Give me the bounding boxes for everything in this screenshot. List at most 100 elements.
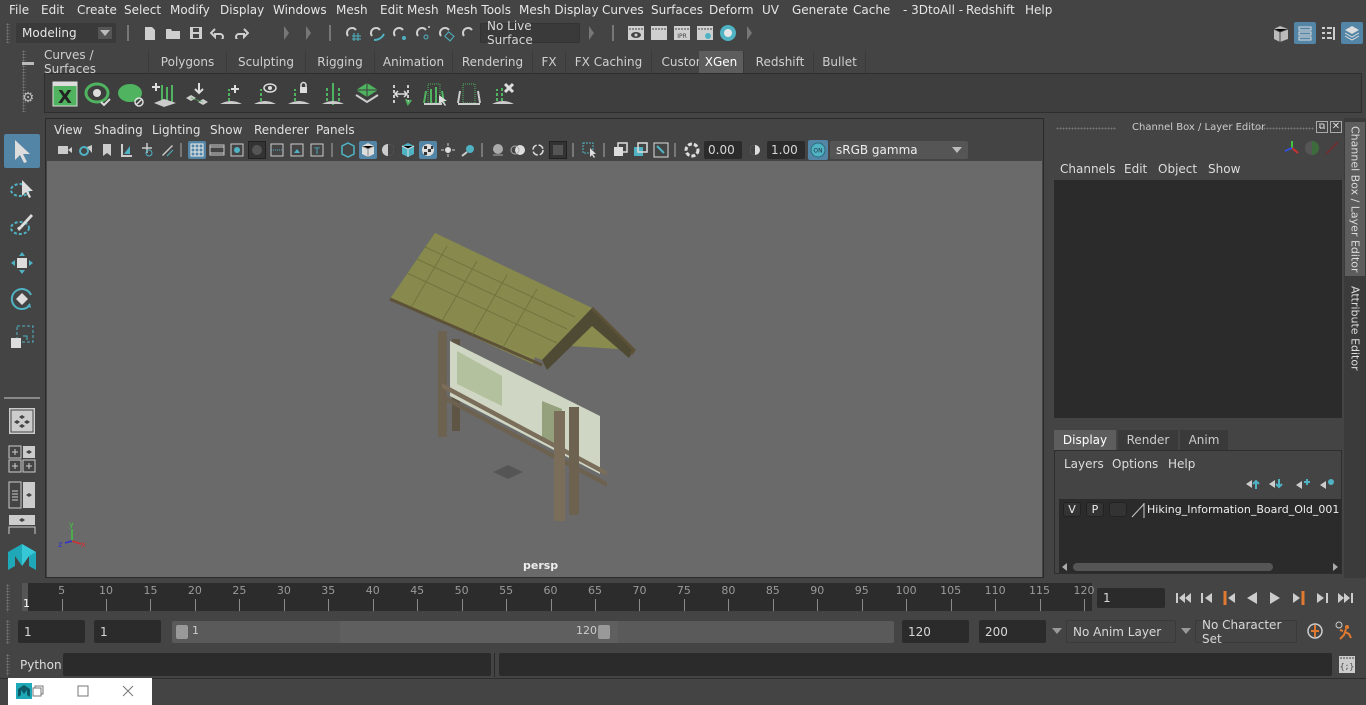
shelf-menu-icon[interactable] xyxy=(22,62,34,65)
layer-horizontal-scrollbar[interactable] xyxy=(1059,561,1341,573)
menu-windows[interactable]: Windows xyxy=(273,3,327,17)
xgen-select-guides-icon[interactable] xyxy=(419,78,451,110)
textured-icon[interactable] xyxy=(419,141,437,159)
snap-curve-icon[interactable] xyxy=(367,23,387,43)
move-layer-up-icon[interactable] xyxy=(1245,478,1261,493)
timeline-drag-handle[interactable] xyxy=(6,584,10,612)
shelf-tab-sculpting[interactable]: Sculpting xyxy=(227,51,306,73)
snap-point-icon[interactable] xyxy=(390,23,410,43)
shelf-tab-fx-caching[interactable]: FX Caching xyxy=(566,51,652,73)
channel-hyper-icon[interactable] xyxy=(1324,140,1340,159)
channel-box-toggle-icon[interactable] xyxy=(1294,22,1316,44)
select-tool-icon[interactable] xyxy=(4,134,40,168)
color-space-dropdown[interactable]: sRGB gamma xyxy=(830,141,968,159)
menu-modify[interactable]: Modify xyxy=(170,3,210,17)
layers-menu[interactable]: Layers xyxy=(1064,457,1104,471)
wireframe-icon[interactable] xyxy=(339,141,357,159)
menu-redshift[interactable]: Redshift xyxy=(966,3,1015,17)
paint-select-icon[interactable] xyxy=(4,208,40,242)
animation-start-field[interactable]: 1 xyxy=(18,620,85,643)
depth-of-field-icon[interactable] xyxy=(549,141,567,159)
xgen-clear-preview-icon[interactable] xyxy=(115,78,147,110)
playback-start-field[interactable]: 1 xyxy=(94,620,161,643)
step-forward-key-icon[interactable] xyxy=(1313,589,1331,607)
camera-attributes-icon[interactable] xyxy=(77,141,95,159)
step-forward-frame-icon[interactable] xyxy=(1290,589,1308,607)
play-backward-icon[interactable] xyxy=(1243,589,1261,607)
drag-handle[interactable] xyxy=(6,23,10,43)
anim-layer-dropdown[interactable]: No Anim Layer xyxy=(1066,620,1176,643)
character-set-dropdown[interactable]: No Character Set xyxy=(1195,618,1297,646)
maximize-window-icon[interactable] xyxy=(77,685,89,700)
layer-tab-display[interactable]: Display xyxy=(1054,430,1116,450)
menu-3dtoall[interactable]: - 3DtoAll - xyxy=(903,3,963,17)
xray-joints-icon[interactable] xyxy=(652,141,670,159)
script-editor-icon[interactable]: {;} xyxy=(1339,656,1355,673)
menu-help[interactable]: Help xyxy=(1025,3,1052,17)
panel-drag-handle[interactable] xyxy=(1056,127,1116,130)
current-frame-field[interactable]: 1 xyxy=(1097,588,1165,608)
help-menu[interactable]: Help xyxy=(1168,457,1195,471)
menu-mesh-display[interactable]: Mesh Display xyxy=(519,3,599,17)
scrollbar-thumb[interactable] xyxy=(1073,563,1273,571)
xgen-lock-guides-icon[interactable] xyxy=(283,78,315,110)
isolate-select-icon[interactable] xyxy=(581,141,599,159)
options-menu[interactable]: Options xyxy=(1112,457,1158,471)
safe-action-icon[interactable] xyxy=(288,141,306,159)
gamma-field[interactable]: 1.00 xyxy=(767,141,805,159)
collapse-toggle[interactable] xyxy=(306,26,311,40)
film-gate-icon[interactable] xyxy=(208,141,226,159)
range-drag-handle[interactable] xyxy=(6,620,10,644)
menu-uv[interactable]: UV xyxy=(762,3,779,17)
select-camera-icon[interactable] xyxy=(56,141,74,159)
channel-speed-icon[interactable] xyxy=(1304,140,1320,159)
auto-keyframe-icon[interactable] xyxy=(1306,622,1324,643)
manipulator-axis-icon[interactable] xyxy=(1284,140,1300,159)
menu-deform[interactable]: Deform xyxy=(709,3,754,17)
new-layer-selected-icon[interactable] xyxy=(1319,478,1335,493)
2d-pan-zoom-icon[interactable] xyxy=(138,141,156,159)
layer-type-toggle[interactable] xyxy=(1109,502,1127,517)
menu-create[interactable]: Create xyxy=(77,3,117,17)
shelf-tab-redshift[interactable]: Redshift xyxy=(747,51,814,73)
rotate-tool-icon[interactable] xyxy=(4,282,40,316)
redo-icon[interactable] xyxy=(231,23,251,43)
field-chart-icon[interactable] xyxy=(268,141,286,159)
viewport-menu-panels[interactable]: Panels xyxy=(316,123,355,137)
xgen-patch-icon[interactable] xyxy=(351,78,383,110)
move-layer-down-icon[interactable] xyxy=(1268,478,1284,493)
exposure-icon[interactable] xyxy=(683,141,701,159)
motion-blur-icon[interactable] xyxy=(509,141,527,159)
viewport-menu-renderer[interactable]: Renderer xyxy=(254,123,309,137)
viewport-menu-shading[interactable]: Shading xyxy=(94,123,143,137)
menu-display[interactable]: Display xyxy=(220,3,264,17)
animation-preferences-icon[interactable] xyxy=(1334,621,1354,644)
character-set-dropdown-arrow-icon[interactable] xyxy=(1181,628,1191,634)
viewport-menu-view[interactable]: View xyxy=(54,123,82,137)
hypershade-icon[interactable] xyxy=(718,23,738,43)
undo-icon[interactable] xyxy=(208,23,228,43)
step-back-key-icon[interactable] xyxy=(1198,589,1216,607)
go-to-end-icon[interactable] xyxy=(1336,589,1354,607)
xgen-add-guide-icon[interactable] xyxy=(215,78,247,110)
grease-pencil-icon[interactable] xyxy=(158,141,176,159)
range-end-handle[interactable] xyxy=(598,625,610,639)
play-forward-icon[interactable] xyxy=(1266,589,1284,607)
menu-select[interactable]: Select xyxy=(124,3,161,17)
snap-projected-center-icon[interactable] xyxy=(459,23,479,43)
exposure-field[interactable]: 0.00 xyxy=(704,141,742,159)
shelf-tab-bullet[interactable]: Bullet xyxy=(814,51,866,73)
xgen-rebuild-guides-icon[interactable] xyxy=(385,78,417,110)
menu-curves[interactable]: Curves xyxy=(602,3,644,17)
shelf-tab-curves-surfaces[interactable]: Curves / Surfaces xyxy=(44,48,149,76)
panel-drag-handle[interactable] xyxy=(1254,127,1314,130)
single-pane-layout-icon[interactable] xyxy=(4,404,40,438)
side-tab-channel-box[interactable]: Channel Box / Layer Editor xyxy=(1345,122,1365,276)
live-surface-field[interactable]: No Live Surface xyxy=(480,19,580,47)
command-input[interactable] xyxy=(63,653,491,676)
shadows-icon[interactable] xyxy=(459,141,477,159)
maya-logo-icon[interactable] xyxy=(4,540,40,574)
menu-edit-mesh[interactable]: Edit Mesh xyxy=(380,3,439,17)
range-start-handle[interactable] xyxy=(176,625,188,639)
xgen-guide-bounds-icon[interactable] xyxy=(453,78,485,110)
